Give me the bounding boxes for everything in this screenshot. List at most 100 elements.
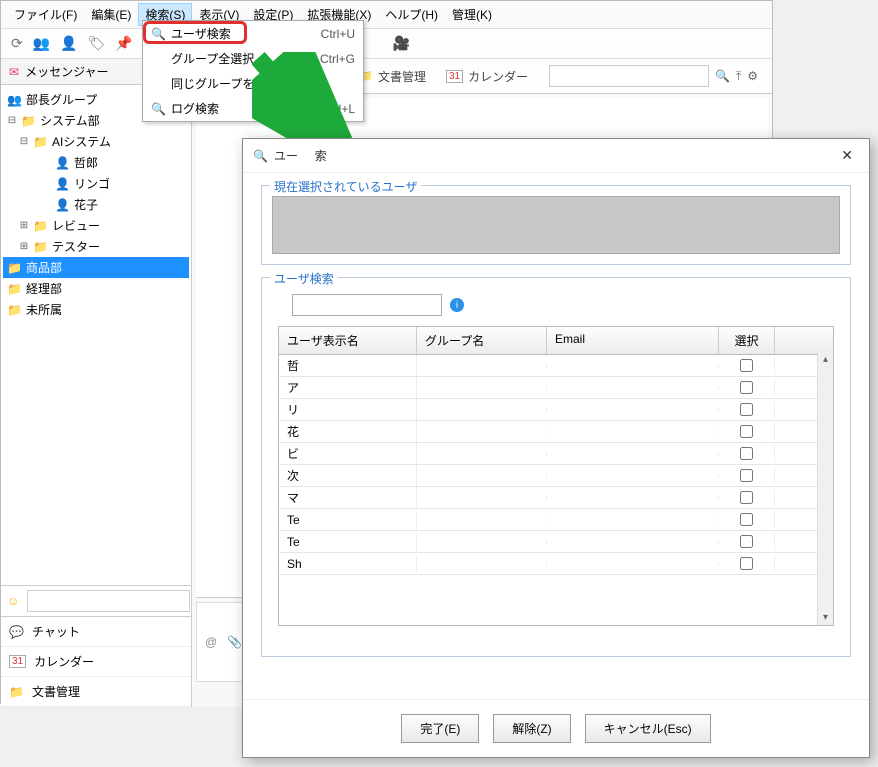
cancel-button[interactable]: キャンセル(Esc)	[585, 714, 711, 743]
table-row[interactable]: 次	[279, 465, 833, 487]
menu-log-search[interactable]: 🔍 ログ検索 Ctrl+L	[143, 96, 363, 121]
dialog-body: 現在選択されているユーザ ユーザ検索 i ユーザ表示名 グループ名 Email …	[243, 173, 869, 699]
calendar-icon: 31	[446, 70, 463, 83]
cell-name: ビ	[279, 443, 417, 464]
tree-user-tetsuro[interactable]: 👤哲郎	[3, 152, 189, 173]
menu-user-search[interactable]: 🔍 ユーザ検索 Ctrl+U	[143, 21, 363, 46]
search-icon[interactable]: 🔍	[715, 69, 730, 83]
col-group-name[interactable]: グループ名	[417, 327, 547, 354]
quick-input[interactable]	[27, 590, 190, 612]
cell-name: Te	[279, 511, 417, 529]
video-icon[interactable]: 🎥	[393, 35, 410, 52]
at-icon[interactable]: @	[205, 635, 217, 649]
nav-calendar[interactable]: 31カレンダー	[1, 647, 191, 677]
cell-email	[547, 386, 719, 390]
collapse-icon[interactable]: ⊟	[19, 136, 29, 147]
search-input[interactable]	[549, 65, 709, 87]
table-row[interactable]: Te	[279, 509, 833, 531]
select-checkbox[interactable]	[740, 535, 753, 548]
cell-email	[547, 562, 719, 566]
select-checkbox[interactable]	[740, 403, 753, 416]
select-checkbox[interactable]	[740, 513, 753, 526]
menu-file[interactable]: ファイル(F)	[7, 3, 84, 26]
cell-group	[417, 518, 547, 522]
cell-email	[547, 364, 719, 368]
menu-edit[interactable]: 編集(E)	[84, 3, 138, 26]
tree-user-hanako[interactable]: 👤花子	[3, 194, 189, 215]
cell-name: Te	[279, 533, 417, 551]
menu-admin[interactable]: 管理(K)	[445, 3, 499, 26]
menu-group-select-all[interactable]: グループ全選択 Ctrl+G	[143, 46, 363, 71]
select-checkbox[interactable]	[740, 469, 753, 482]
table-header: ユーザ表示名 グループ名 Email 選択	[279, 327, 833, 355]
select-checkbox[interactable]	[740, 381, 753, 394]
user-icon[interactable]: 👤	[60, 35, 77, 52]
user-table: ユーザ表示名 グループ名 Email 選択 哲アリ花ビ次マ Te Te Sh ▴ ▾	[278, 326, 834, 626]
col-select[interactable]: 選択	[719, 327, 775, 354]
table-row[interactable]: 哲	[279, 355, 833, 377]
tab-calendar[interactable]: 31カレンダー	[446, 68, 528, 85]
scroll-down-icon[interactable]: ▾	[818, 609, 833, 625]
tree-ai[interactable]: ⊟📁AIシステム	[3, 131, 189, 152]
cell-name: ア	[279, 377, 417, 398]
select-checkbox[interactable]	[740, 491, 753, 504]
table-row[interactable]: Te	[279, 531, 833, 553]
cell-select	[719, 489, 775, 506]
close-button[interactable]: ✕	[835, 145, 859, 166]
select-checkbox[interactable]	[740, 557, 753, 570]
cell-group	[417, 430, 547, 434]
col-display-name[interactable]: ユーザ表示名	[279, 327, 417, 354]
selected-users-fieldset: 現在選択されているユーザ	[261, 185, 851, 265]
search-icon: 🔍	[151, 27, 171, 41]
done-button[interactable]: 完了(E)	[401, 714, 479, 743]
tag-icon[interactable]: 🏷	[88, 35, 106, 52]
expand-icon[interactable]: ⊞	[19, 241, 29, 252]
table-row[interactable]: マ	[279, 487, 833, 509]
nav-chat[interactable]: 💬チャット	[1, 617, 191, 647]
clear-button[interactable]: 解除(Z)	[493, 714, 570, 743]
cell-select	[719, 357, 775, 374]
tree: 👥部長グループ ⊟📁システム部 ⊟📁AIシステム 👤哲郎 👤リンゴ 👤花子 ⊞📁…	[1, 85, 191, 585]
select-checkbox[interactable]	[740, 359, 753, 372]
tree-user-ringo[interactable]: 👤リンゴ	[3, 173, 189, 194]
dialog-titlebar: 🔍ユー 索 ✕	[243, 139, 869, 173]
table-row[interactable]: ア	[279, 377, 833, 399]
scroll-up-icon[interactable]: ▴	[818, 351, 833, 367]
tree-product[interactable]: 📁商品部	[3, 257, 189, 278]
users-icon[interactable]: 👥	[33, 35, 50, 52]
table-row[interactable]: ビ	[279, 443, 833, 465]
pin-icon[interactable]: 📌	[115, 35, 132, 52]
menu-same-group-select[interactable]: 同じグループを全選択	[143, 71, 363, 96]
expand-icon[interactable]: ⊞	[19, 220, 29, 231]
select-checkbox[interactable]	[740, 447, 753, 460]
collapse-icon[interactable]: ⊟	[7, 115, 17, 126]
table-row[interactable]: Sh	[279, 553, 833, 575]
refresh-icon[interactable]: ⟳	[11, 35, 23, 52]
info-icon[interactable]: i	[450, 298, 464, 312]
table-row[interactable]: 花	[279, 421, 833, 443]
select-checkbox[interactable]	[740, 425, 753, 438]
col-email[interactable]: Email	[547, 327, 719, 354]
tree-accounting[interactable]: 📁経理部	[3, 278, 189, 299]
left-pane: ✉ メッセンジャー 👥部長グループ ⊟📁システム部 ⊟📁AIシステム 👤哲郎 👤…	[1, 59, 192, 707]
emoji-icon[interactable]: ☺	[7, 594, 19, 608]
tree-review[interactable]: ⊞📁レビュー	[3, 215, 189, 236]
nav-docs[interactable]: 📁文書管理	[1, 677, 191, 707]
attachment-icon[interactable]: 📎	[227, 635, 242, 649]
tab-docs[interactable]: 📁文書管理	[358, 68, 426, 85]
search-legend: ユーザ検索	[270, 270, 338, 287]
chat-icon: 💬	[9, 625, 24, 639]
user-icon: 👤	[55, 177, 70, 191]
jump-top-icon[interactable]: ⤒	[736, 69, 741, 84]
tree-unassigned[interactable]: 📁未所属	[3, 299, 189, 320]
folder-icon: 📁	[21, 114, 36, 128]
tree-tester[interactable]: ⊞📁テスター	[3, 236, 189, 257]
cell-select	[719, 401, 775, 418]
selected-users-box	[272, 196, 840, 254]
vertical-scrollbar[interactable]: ▴ ▾	[817, 351, 833, 625]
user-search-input[interactable]	[292, 294, 442, 316]
table-row[interactable]: リ	[279, 399, 833, 421]
menu-help[interactable]: ヘルプ(H)	[378, 3, 445, 26]
gear-icon[interactable]: ⚙	[747, 69, 758, 83]
user-icon: 👤	[55, 198, 70, 212]
